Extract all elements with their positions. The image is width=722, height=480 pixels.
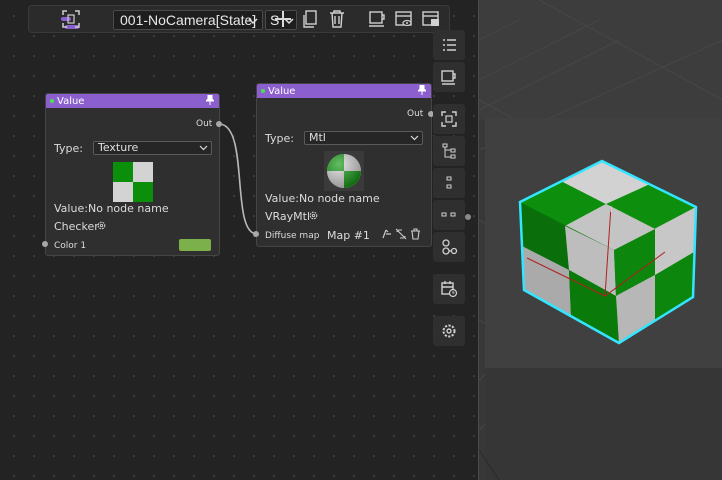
tree-layout-icon[interactable]: [433, 136, 465, 166]
status-dot: [50, 99, 54, 103]
type-value: Mtl: [309, 131, 326, 144]
material-preview-icon[interactable]: [433, 62, 465, 92]
chevron-down-icon: [410, 132, 419, 148]
type-value: Texture: [98, 141, 139, 154]
node-editor[interactable]: 001-NoCamera[State] S Value Out Type: Te…: [0, 0, 478, 480]
out-label: Out: [407, 109, 424, 119]
viewport-3d[interactable]: [478, 0, 722, 480]
output-port[interactable]: [216, 121, 222, 127]
input-port[interactable]: [42, 241, 48, 247]
map-name: Map #1: [327, 229, 370, 242]
connect-icon[interactable]: [433, 232, 465, 262]
link-icon[interactable]: [381, 228, 393, 243]
status-dot: [261, 89, 265, 93]
material-preview-sphere: [324, 151, 364, 191]
port-label: Diffuse map: [265, 231, 320, 241]
out-label: Out: [196, 119, 213, 129]
viewport-scene: [479, 0, 722, 480]
value-label: Value:: [54, 202, 88, 215]
type-label: Type:: [54, 142, 83, 155]
splitter-handle[interactable]: [465, 214, 471, 220]
node-name-value: No node name: [299, 192, 380, 205]
vertical-layout-icon[interactable]: [433, 168, 465, 198]
material-name: VRayMtl: [265, 210, 311, 223]
value-label: Value:: [265, 192, 299, 205]
node-title: Value: [268, 85, 296, 97]
node-name-value: No node name: [88, 202, 169, 215]
type-select[interactable]: Texture: [93, 141, 212, 155]
port-label: Color 1: [54, 241, 87, 251]
delete-icon[interactable]: [410, 228, 421, 243]
color-swatch[interactable]: [179, 239, 211, 251]
type-label: Type:: [265, 132, 294, 145]
history-icon[interactable]: [433, 274, 465, 304]
frame-select-icon[interactable]: [433, 104, 465, 134]
horizontal-layout-icon[interactable]: [433, 200, 465, 230]
pin-icon[interactable]: [204, 94, 216, 108]
gear-icon[interactable]: [96, 220, 107, 234]
node-header[interactable]: Value: [46, 94, 219, 108]
gear-icon[interactable]: [308, 210, 319, 224]
unlink-icon[interactable]: [395, 228, 407, 243]
checker-thumbnail: [113, 162, 153, 202]
node-title: Value: [57, 95, 85, 107]
value-node-checker[interactable]: Value Out Type: Texture Value: No node n…: [45, 93, 220, 256]
type-select[interactable]: Mtl: [304, 131, 423, 145]
input-port[interactable]: [253, 231, 259, 237]
settings-icon[interactable]: [433, 316, 465, 346]
value-node-material[interactable]: Value Out Type: Mtl Value: No node name …: [256, 83, 432, 247]
pin-icon[interactable]: [416, 84, 428, 98]
chevron-down-icon: [199, 142, 208, 158]
node-header[interactable]: Value: [257, 84, 431, 98]
material-name: Checker: [54, 220, 99, 233]
list-icon[interactable]: [433, 30, 465, 60]
